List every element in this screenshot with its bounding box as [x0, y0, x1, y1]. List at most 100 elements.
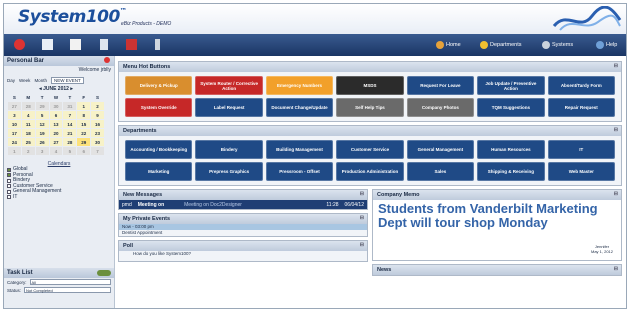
calendar-day[interactable]: 27 [49, 138, 63, 146]
collapse-icon[interactable]: ⊟ [614, 127, 618, 133]
calendar-day[interactable]: 12 [35, 120, 49, 128]
category-select[interactable]: All [29, 279, 111, 285]
message-row[interactable]: pmd Meeting on Meeting on Doc2Designer 1… [119, 200, 367, 209]
hot-button[interactable]: System Override [125, 98, 193, 117]
calendar-day[interactable]: 16 [91, 120, 104, 128]
event-item[interactable]: Dentist Appointment [119, 230, 367, 236]
collapse-icon[interactable]: ⊟ [360, 242, 364, 248]
hot-button[interactable]: System Router / Corrective Action [195, 76, 263, 95]
calendar-day-today[interactable]: 29 [77, 138, 91, 146]
department-button[interactable]: Human Resources [477, 140, 545, 159]
calendar-day[interactable]: 7 [91, 147, 104, 155]
calendar-day[interactable]: 23 [91, 129, 104, 137]
calendar-day[interactable]: 9 [91, 111, 104, 119]
checkbox[interactable] [7, 189, 11, 194]
calendar-day[interactable]: 4 [21, 111, 35, 119]
calendar-day[interactable]: 5 [63, 147, 77, 155]
view-day[interactable]: Day [7, 78, 15, 83]
calendar-day[interactable]: 13 [49, 120, 63, 128]
close-icon[interactable] [104, 57, 110, 63]
department-button[interactable]: Shipping & Receiving [477, 162, 545, 181]
calendar-day[interactable]: 18 [21, 129, 35, 137]
hot-button[interactable]: MSDS [336, 76, 404, 95]
calendar-day[interactable]: 10 [8, 120, 21, 128]
hot-button[interactable]: Delivery & Pickup [125, 76, 193, 95]
calendar-day[interactable]: 27 [8, 102, 21, 110]
calendar-day[interactable]: 3 [8, 111, 21, 119]
mail-icon[interactable] [42, 39, 53, 50]
calendar-day[interactable]: 28 [21, 102, 35, 110]
checkbox[interactable] [7, 195, 11, 200]
calendar-day[interactable]: 7 [63, 111, 77, 119]
department-button[interactable]: Prepress Graphics [195, 162, 263, 181]
calendar-day[interactable]: 21 [63, 129, 77, 137]
calendar-day[interactable]: 2 [21, 147, 35, 155]
calendar-day[interactable]: 4 [49, 147, 63, 155]
schedule-icon[interactable] [70, 39, 81, 50]
department-button[interactable]: General Management [406, 140, 475, 159]
checkbox[interactable] [7, 178, 11, 183]
document-icon[interactable] [98, 39, 109, 50]
nav-systems[interactable]: Systems [542, 41, 573, 49]
hot-button[interactable]: Company Photos [406, 98, 475, 117]
department-button[interactable]: Accounting / Bookkeeping [125, 140, 193, 159]
calendar-day[interactable]: 3 [35, 147, 49, 155]
calendar-day[interactable]: 30 [49, 102, 63, 110]
hot-button[interactable]: Document Change/Update [265, 98, 334, 117]
nav-home[interactable]: Home [436, 41, 461, 49]
department-button[interactable]: Sales [406, 162, 475, 181]
department-button[interactable]: Production Administration [336, 162, 404, 181]
app-logo[interactable]: System100™ [18, 7, 127, 27]
hot-button[interactable]: Emergency Numbers [265, 76, 334, 95]
calendar-day[interactable]: 17 [8, 129, 21, 137]
checkbox[interactable] [7, 167, 11, 172]
calendar-day[interactable]: 6 [77, 147, 91, 155]
status-select[interactable]: Not Completed [24, 287, 111, 293]
calendar-icon[interactable] [14, 39, 25, 50]
collapse-icon[interactable]: ⊟ [360, 191, 364, 197]
calendar-day[interactable]: 8 [77, 111, 91, 119]
department-button[interactable]: IT [547, 140, 615, 159]
nav-help[interactable]: Help [596, 41, 617, 49]
calendar-day[interactable]: 11 [21, 120, 35, 128]
calendar-day[interactable]: 14 [63, 120, 77, 128]
next-month-button[interactable]: ▸ [70, 86, 73, 92]
collapse-icon[interactable]: ⊟ [360, 215, 364, 221]
calendar-day[interactable]: 28 [63, 138, 77, 146]
task-list-controls-icon[interactable] [97, 270, 111, 276]
phone-icon[interactable] [152, 39, 163, 50]
calendar-toggle[interactable]: IT [7, 194, 114, 201]
hot-button[interactable]: Job Update / Preventive Action [477, 76, 545, 95]
hot-button[interactable]: Repair Request [547, 98, 615, 117]
calendar-day[interactable]: 20 [49, 129, 63, 137]
hot-button[interactable]: Request For Leave [406, 76, 475, 95]
nav-departments[interactable]: Departments [480, 41, 522, 49]
collapse-icon[interactable]: ⊟ [614, 266, 618, 272]
calendar-day[interactable]: 30 [91, 138, 104, 146]
hot-button[interactable]: TQM Suggestions [477, 98, 545, 117]
calendar-day[interactable]: 15 [77, 120, 91, 128]
department-button[interactable]: Marketing [125, 162, 193, 181]
prev-month-button[interactable]: ◂ [39, 86, 42, 92]
view-week[interactable]: Week [19, 78, 30, 83]
checkbox[interactable] [7, 173, 11, 178]
calendar-day[interactable]: 5 [35, 111, 49, 119]
collapse-icon[interactable]: ⊟ [614, 191, 618, 197]
calendar-day[interactable]: 1 [8, 147, 21, 155]
hot-button[interactable]: Absent/Tardy Form [547, 76, 615, 95]
calendar-day[interactable]: 6 [49, 111, 63, 119]
chart-icon[interactable] [126, 39, 137, 50]
new-event-button[interactable]: NEW EVENT [50, 76, 84, 84]
department-button[interactable]: Pressroom - Offset [265, 162, 334, 181]
calendar-day[interactable]: 29 [35, 102, 49, 110]
calendar-day[interactable]: 26 [35, 138, 49, 146]
collapse-icon[interactable]: ⊟ [614, 63, 618, 69]
department-button[interactable]: Web Master [547, 162, 615, 181]
view-month[interactable]: Month [34, 78, 47, 83]
calendar-day[interactable]: 1 [77, 102, 91, 110]
hot-button[interactable]: Label Request [195, 98, 263, 117]
department-button[interactable]: Bindery [195, 140, 263, 159]
calendar-day[interactable]: 31 [63, 102, 77, 110]
calendar-day[interactable]: 19 [35, 129, 49, 137]
department-button[interactable]: Building Management [265, 140, 334, 159]
